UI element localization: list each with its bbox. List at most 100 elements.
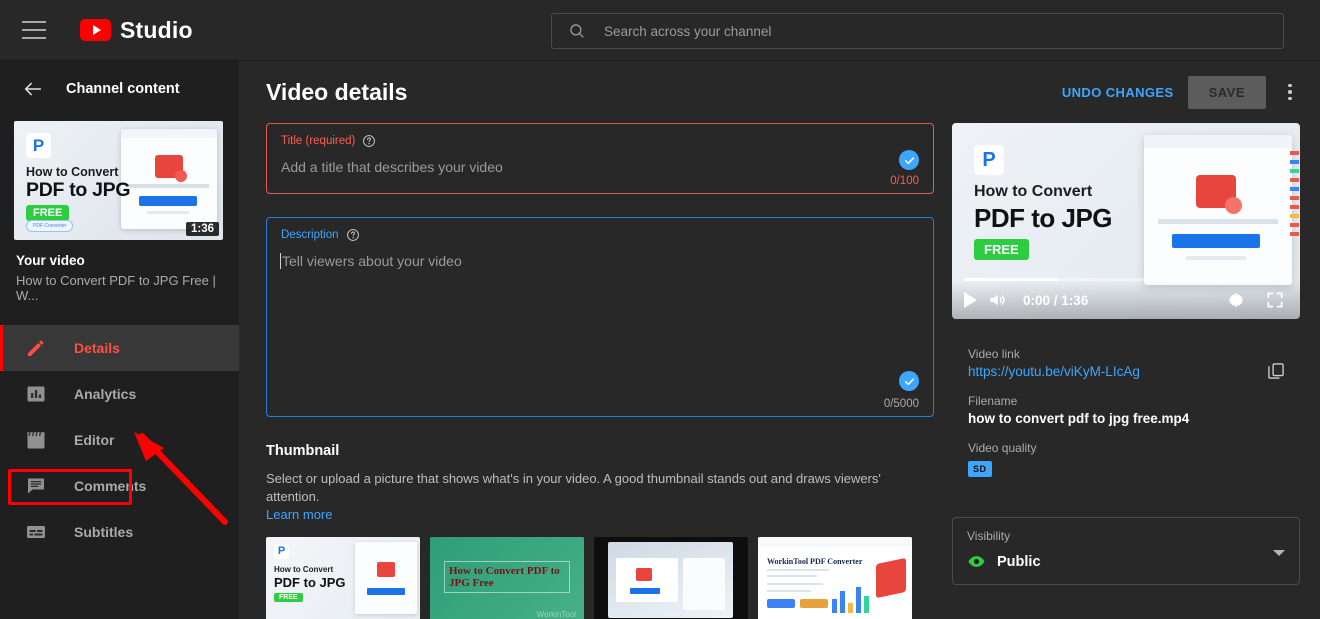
sidebar-item-label: Comments [74, 478, 147, 494]
filename-value: how to convert pdf to jpg free.mp4 [968, 411, 1190, 426]
copy-icon[interactable] [1266, 361, 1286, 381]
sidebar-nav: Details Analytics Editor Comments Subtit… [0, 325, 239, 555]
video-link[interactable]: https://youtu.be/viKyM-LIcAg [968, 364, 1284, 379]
thumbnail-section-description: Select or upload a picture that shows wh… [266, 470, 934, 524]
thumb4-bars [832, 579, 872, 613]
right-column: P How to Convert PDF to JPG FREE 0:00 / … [952, 123, 1300, 619]
video-info-card: Video link https://youtu.be/viKyM-LIcAg … [952, 333, 1300, 493]
subtitles-icon [27, 526, 45, 538]
undo-changes-button[interactable]: UNDO CHANGES [1062, 85, 1174, 100]
title-field[interactable]: Title (required) Add a title that descri… [266, 123, 934, 194]
description-status-check-icon [899, 371, 919, 391]
thumbnail-desc-text: Select or upload a picture that shows wh… [266, 471, 881, 504]
pdf-logo-icon: P [274, 544, 289, 559]
gear-icon[interactable] [1226, 290, 1246, 310]
player-controls: 0:00 / 1:36 [952, 281, 1300, 319]
description-input[interactable]: Tell viewers about your video [280, 253, 919, 269]
comment-bubble-icon [28, 478, 44, 494]
description-label-text: Description [281, 229, 339, 241]
sidebar: Channel content P How to Convert PDF to … [0, 61, 240, 619]
thumbnail-free-badge: FREE [26, 205, 70, 221]
player-line1: How to Convert [974, 183, 1093, 200]
save-button[interactable]: SAVE [1187, 75, 1266, 109]
thumbnail-option-4[interactable]: WorkinTool PDF Converter [758, 537, 912, 619]
main-content: Video details UNDO CHANGES SAVE Title (r… [240, 61, 1320, 619]
thumbnail-app-card [121, 129, 217, 229]
thumb1-line2: PDF to JPG [274, 575, 346, 590]
video-quality-label: Video quality [968, 441, 1037, 455]
thumbnail-option-3[interactable] [594, 537, 748, 619]
play-icon[interactable] [964, 292, 977, 308]
title-label-text: Title (required) [281, 135, 356, 147]
thumb1-badge: FREE [274, 593, 303, 602]
search-icon [570, 24, 584, 38]
player-time-display: 0:00 / 1:36 [1023, 292, 1089, 308]
thumb2-watermark: WorkinTool [536, 610, 576, 619]
help-circle-icon[interactable] [346, 228, 360, 242]
sidebar-video-title: How to Convert PDF to JPG Free | W... [16, 273, 216, 303]
sidebar-item-label: Subtitles [74, 524, 134, 540]
thumbnail-section-heading: Thumbnail [266, 443, 340, 459]
kebab-menu-icon[interactable] [1280, 83, 1300, 101]
visibility-value: Public [997, 553, 1041, 570]
search-input[interactable]: Search across your channel [604, 24, 771, 39]
filename-label: Filename [968, 394, 1018, 408]
thumbnail-option-1[interactable]: P How to Convert PDF to JPG FREE [266, 537, 420, 619]
sidebar-item-details[interactable]: Details [0, 325, 239, 371]
learn-more-link[interactable]: Learn more [266, 507, 332, 522]
visibility-value-row: Public [967, 552, 1285, 571]
description-field[interactable]: Description Tell viewers about your vide… [266, 217, 934, 417]
thumb1-line1: How to Convert [274, 565, 334, 574]
help-circle-icon[interactable] [362, 134, 376, 148]
title-field-label: Title (required) [281, 134, 919, 148]
header-actions: UNDO CHANGES SAVE [1062, 75, 1300, 109]
pdf-logo-icon: P [974, 145, 1004, 175]
page-title: Video details [266, 78, 408, 105]
sidebar-item-subtitles[interactable]: Subtitles [0, 509, 239, 555]
fullscreen-icon[interactable] [1265, 290, 1285, 310]
sidebar-title: Channel content [66, 81, 180, 97]
studio-logo[interactable]: Studio [80, 17, 193, 44]
visibility-dropdown[interactable]: Visibility Public [952, 517, 1300, 585]
video-preview-player[interactable]: P How to Convert PDF to JPG FREE 0:00 / … [952, 123, 1300, 319]
thumb2-text: How to Convert PDF to JPG Free [444, 561, 570, 593]
thumbnail-line1: How to Convert [26, 165, 119, 179]
player-sidebar-strip [1288, 151, 1300, 289]
pencil-icon [28, 340, 44, 356]
description-character-counter: 0/5000 [883, 398, 919, 410]
video-duration-badge: 1:36 [185, 222, 219, 236]
your-video-heading: Your video [16, 253, 85, 268]
sidebar-item-comments[interactable]: Comments [0, 463, 239, 509]
sidebar-item-label: Details [74, 340, 120, 356]
sidebar-item-editor[interactable]: Editor [0, 417, 239, 463]
search-bar[interactable]: Search across your channel [551, 13, 1284, 49]
title-status-check-icon [899, 150, 919, 170]
hamburger-icon[interactable] [22, 21, 46, 39]
thumbnail-line2: PDF to JPG [26, 179, 131, 201]
logo-text: Studio [120, 16, 193, 43]
thumbnail-tag: PDF Converter [26, 220, 74, 232]
sidebar-item-analytics[interactable]: Analytics [0, 371, 239, 417]
volume-icon[interactable] [987, 290, 1007, 310]
sidebar-item-label: Analytics [74, 386, 137, 402]
left-column: Title (required) Add a title that descri… [266, 123, 934, 619]
player-free-badge: FREE [974, 239, 1029, 260]
back-arrow-icon[interactable] [22, 78, 44, 100]
youtube-studio-window: Studio Search across your channel Channe… [0, 0, 1320, 619]
player-app-card [1144, 135, 1292, 285]
sidebar-video-thumbnail[interactable]: P How to Convert PDF to JPG FREE PDF Con… [14, 121, 223, 240]
sidebar-header: Channel content [0, 61, 239, 117]
thumbnail-options: P How to Convert PDF to JPG FREE How to … [266, 537, 934, 619]
player-right-controls [1226, 290, 1285, 310]
video-quality-badge: SD [968, 461, 992, 477]
visibility-label: Visibility [967, 529, 1011, 543]
bar-chart-icon [27, 386, 45, 402]
player-line2: PDF to JPG [974, 203, 1113, 233]
thumbnail-option-2[interactable]: How to Convert PDF to JPG Free WorkinToo… [430, 537, 584, 619]
chevron-down-icon[interactable] [1273, 550, 1285, 556]
description-field-label: Description [281, 228, 919, 242]
content-columns: Title (required) Add a title that descri… [240, 123, 1320, 619]
sidebar-item-label: Editor [74, 432, 115, 448]
title-character-counter: 0/100 [890, 175, 919, 187]
title-input[interactable]: Add a title that describes your video [281, 159, 919, 175]
